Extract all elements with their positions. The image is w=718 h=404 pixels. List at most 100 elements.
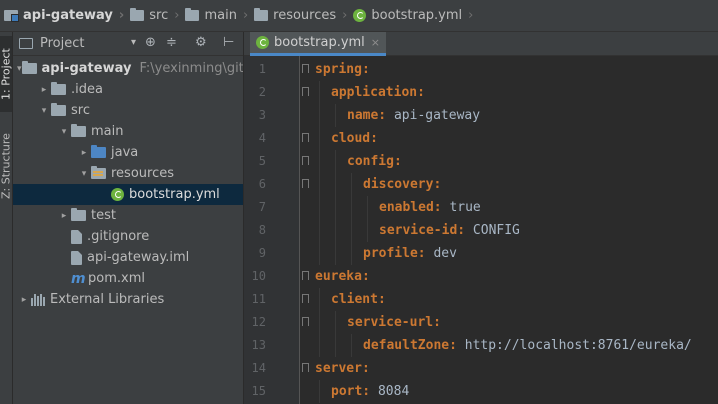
tree-item-api-gateway-iml[interactable]: api-gateway.iml bbox=[13, 247, 243, 268]
yaml-entry: client: bbox=[331, 288, 386, 311]
yaml-value: true bbox=[441, 200, 481, 215]
breadcrumb-item-api-gateway[interactable]: api-gateway › bbox=[2, 0, 128, 31]
tool-window-tab-structure[interactable]: Z: Structure bbox=[0, 124, 13, 208]
tree-item-pom-xml[interactable]: m pom.xml bbox=[13, 268, 243, 289]
folder-icon bbox=[71, 124, 86, 137]
breadcrumb-item-bootstrap[interactable]: bootstrap.yml › bbox=[351, 0, 477, 31]
yaml-entry: service-url: bbox=[347, 311, 441, 334]
indent-guide bbox=[319, 196, 320, 219]
chevron-down-icon[interactable]: ▾ bbox=[131, 37, 136, 48]
fold-marker-icon[interactable] bbox=[302, 133, 309, 142]
yaml-value: dev bbox=[425, 246, 457, 261]
fold-marker-icon[interactable] bbox=[302, 156, 309, 165]
tree-item-label: src bbox=[71, 103, 90, 118]
collapse-all-icon[interactable]: ≑ bbox=[166, 35, 177, 50]
line-number: 3 bbox=[258, 108, 266, 122]
hide-panel-icon[interactable]: ⊢ bbox=[223, 35, 234, 50]
tree-item-api-gateway[interactable]: ▾ api-gateway F:\yexinming\githu bbox=[13, 58, 243, 79]
tool-window-tab-project[interactable]: 1: Project bbox=[0, 36, 13, 112]
line-number: 12 bbox=[251, 315, 266, 329]
folder-icon bbox=[51, 82, 66, 95]
yaml-key: name: bbox=[347, 108, 387, 123]
tree-item-external-libraries[interactable]: ▸ External Libraries bbox=[13, 289, 243, 310]
code-line: 9 profile: dev bbox=[244, 242, 718, 265]
fold-marker-icon[interactable] bbox=[302, 87, 309, 96]
chevron-right-icon[interactable]: ▸ bbox=[37, 85, 51, 95]
tree-item-src[interactable]: ▾ src bbox=[13, 100, 243, 121]
yaml-key: discovery: bbox=[363, 177, 442, 192]
chevron-right-icon[interactable]: ▸ bbox=[57, 211, 71, 221]
line-number: 7 bbox=[258, 200, 266, 214]
line-number: 1 bbox=[258, 62, 266, 76]
yaml-key: config: bbox=[347, 154, 402, 169]
tree-item-label: main bbox=[91, 124, 124, 139]
resources-folder-icon bbox=[91, 166, 106, 179]
spring-icon bbox=[111, 188, 124, 201]
fold-marker-icon[interactable] bbox=[302, 317, 309, 326]
indent-guide bbox=[335, 173, 336, 196]
chevron-right-icon: › bbox=[174, 8, 180, 23]
indent-guide bbox=[319, 150, 320, 173]
project-view-selector[interactable]: Project bbox=[40, 36, 84, 51]
folder-icon bbox=[71, 208, 86, 221]
folder-icon bbox=[51, 103, 66, 116]
chevron-down-icon[interactable]: ▾ bbox=[37, 106, 51, 116]
indent-guide bbox=[351, 196, 352, 219]
fold-marker-icon[interactable] bbox=[302, 271, 309, 280]
locate-icon[interactable]: ⊕ bbox=[145, 35, 156, 50]
yaml-entry: discovery: bbox=[363, 173, 441, 196]
yaml-entry: cloud: bbox=[331, 127, 378, 150]
line-number: 8 bbox=[258, 223, 266, 237]
code-line: 11 client: bbox=[244, 288, 718, 311]
tree-item-resources[interactable]: ▾ resources bbox=[13, 163, 243, 184]
gear-icon[interactable]: ⚙ bbox=[195, 35, 207, 50]
tree-item-label: External Libraries bbox=[50, 292, 165, 307]
fold-marker-icon[interactable] bbox=[302, 64, 309, 73]
indent-guide bbox=[335, 311, 336, 334]
editor-area: bootstrap.yml × 1 spring: 2 application: 3 na… bbox=[244, 32, 718, 404]
editor-tab-bar: bootstrap.yml × bbox=[244, 32, 718, 56]
indent-guide bbox=[335, 104, 336, 127]
fold-marker-icon[interactable] bbox=[302, 294, 309, 303]
tab-bootstrap-yml[interactable]: bootstrap.yml × bbox=[250, 32, 387, 56]
indent-guide bbox=[319, 288, 320, 311]
chevron-right-icon[interactable]: ▸ bbox=[77, 148, 91, 158]
chevron-down-icon[interactable]: ▾ bbox=[77, 169, 91, 179]
chevron-down-icon[interactable]: ▾ bbox=[57, 127, 71, 137]
indent-guide bbox=[335, 150, 336, 173]
indent-guide bbox=[367, 196, 368, 219]
breadcrumb-item-main[interactable]: main › bbox=[183, 0, 252, 31]
fold-marker-icon[interactable] bbox=[302, 363, 309, 372]
breadcrumb-label: src bbox=[149, 8, 169, 23]
breadcrumb-item-src[interactable]: src › bbox=[128, 0, 183, 31]
line-number: 11 bbox=[251, 292, 266, 306]
yaml-key: service-url: bbox=[347, 315, 441, 330]
code-editor[interactable]: 1 spring: 2 application: 3 name: api-gateway 4… bbox=[244, 56, 718, 404]
chevron-down-icon[interactable]: ▾ bbox=[17, 64, 22, 74]
chevron-right-icon: › bbox=[342, 8, 348, 23]
fold-marker-icon[interactable] bbox=[302, 179, 309, 188]
chevron-right-icon[interactable]: ▸ bbox=[17, 295, 31, 305]
tree-item-bootstrap-yml[interactable]: bootstrap.yml bbox=[13, 184, 243, 205]
breadcrumb-item-resources[interactable]: resources › bbox=[252, 0, 351, 31]
code-line: 15 port: 8084 bbox=[244, 380, 718, 403]
tree-item-label: api-gateway bbox=[41, 61, 132, 76]
indent-guide bbox=[335, 196, 336, 219]
tree-item-test[interactable]: ▸ test bbox=[13, 205, 243, 226]
yaml-key: eureka: bbox=[315, 269, 370, 284]
code-line: 6 discovery: bbox=[244, 173, 718, 196]
breadcrumb-label: api-gateway bbox=[23, 8, 113, 23]
maven-icon: m bbox=[71, 270, 86, 287]
line-number: 9 bbox=[258, 246, 266, 260]
folder-icon bbox=[130, 8, 145, 21]
indent-guide bbox=[367, 219, 368, 242]
yaml-key: service-id: bbox=[379, 223, 466, 238]
tree-item-java[interactable]: ▸ java bbox=[13, 142, 243, 163]
code-line: 7 enabled: true bbox=[244, 196, 718, 219]
line-number: 13 bbox=[251, 338, 266, 352]
code-line: 3 name: api-gateway bbox=[244, 104, 718, 127]
close-icon[interactable]: × bbox=[371, 36, 380, 49]
tree-item-idea[interactable]: ▸ .idea bbox=[13, 79, 243, 100]
tree-item-main[interactable]: ▾ main bbox=[13, 121, 243, 142]
tree-item-gitignore[interactable]: .gitignore bbox=[13, 226, 243, 247]
